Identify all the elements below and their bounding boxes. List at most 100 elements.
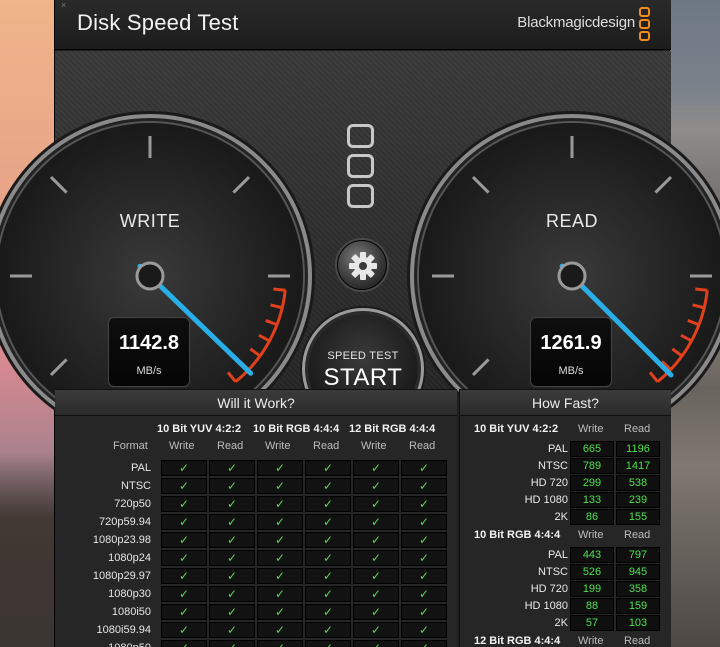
fast-read-value: 1196 xyxy=(616,441,660,457)
read-label: READ xyxy=(545,211,598,231)
fast-col-write: Write xyxy=(578,529,604,541)
how-fast-panel: How Fast? 10 Bit YUV 4:2:2 Write Read PAL 66… xyxy=(459,389,671,647)
check-icon: ✓ xyxy=(305,478,351,494)
fast-format-label: PAL xyxy=(548,549,568,561)
will-format-label: 720p59.94 xyxy=(99,516,151,528)
check-icon: ✓ xyxy=(401,478,447,494)
fast-col-read: Read xyxy=(624,529,651,541)
fast-row: 2K 57 103 xyxy=(460,615,672,632)
check-icon: ✓ xyxy=(401,514,447,530)
write-needle-hub xyxy=(135,261,165,291)
settings-button[interactable] xyxy=(337,240,387,290)
check-icon: ✓ xyxy=(401,568,447,584)
will-format-label: 1080p30 xyxy=(108,588,151,600)
fast-read-value: 797 xyxy=(616,547,660,563)
fast-read-value: 155 xyxy=(616,509,660,525)
dial-redzone-tick xyxy=(671,347,683,358)
read-gauge: READ 1261.9 MB/s xyxy=(419,123,720,429)
check-icon: ✓ xyxy=(401,640,447,647)
check-icon: ✓ xyxy=(209,496,255,512)
check-icon: ✓ xyxy=(353,460,399,476)
dial-redzone-tick xyxy=(226,371,237,383)
dial-major-tick xyxy=(471,175,490,194)
check-icon: ✓ xyxy=(401,532,447,548)
check-icon: ✓ xyxy=(305,550,351,566)
write-value: 1142.8 xyxy=(118,332,180,354)
how-fast-header: How Fast? xyxy=(460,390,671,416)
write-gauge: WRITE 1142.8 MB/s xyxy=(0,123,303,429)
check-icon: ✓ xyxy=(161,622,207,638)
fast-read-value: 538 xyxy=(616,475,660,491)
fast-col-read: Read xyxy=(624,635,651,647)
check-icon: ✓ xyxy=(161,514,207,530)
read-value: 1261.9 xyxy=(540,332,602,354)
check-icon: ✓ xyxy=(353,496,399,512)
will-format-label: 720p50 xyxy=(114,498,151,510)
dial-redzone-tick xyxy=(249,347,261,358)
check-icon: ✓ xyxy=(353,532,399,548)
check-icon: ✓ xyxy=(353,514,399,530)
check-icon: ✓ xyxy=(353,586,399,602)
close-icon[interactable]: × xyxy=(61,1,67,10)
will-col-read: Read xyxy=(409,440,436,452)
check-icon: ✓ xyxy=(161,550,207,566)
check-icon: ✓ xyxy=(401,622,447,638)
check-icon: ✓ xyxy=(305,604,351,620)
fast-row: PAL 665 1196 xyxy=(460,441,672,458)
fast-format-label: HD 720 xyxy=(530,477,568,489)
will-format-label: NTSC xyxy=(121,480,151,492)
check-icon: ✓ xyxy=(209,514,255,530)
fast-read-value: 159 xyxy=(616,598,660,614)
fast-format-label: NTSC xyxy=(538,566,568,578)
check-icon: ✓ xyxy=(305,496,351,512)
fast-write-value: 86 xyxy=(570,509,614,525)
check-icon: ✓ xyxy=(257,586,303,602)
app-title: Disk Speed Test xyxy=(77,10,239,35)
will-it-work-panel: Will it Work? 10 Bit YUV 4:2:2 Write Read 1… xyxy=(55,389,457,647)
check-icon: ✓ xyxy=(161,496,207,512)
check-icon: ✓ xyxy=(209,460,255,476)
title-bar[interactable]: × Disk Speed Test Blackmagicdesign xyxy=(55,0,671,50)
will-format-label: PAL xyxy=(131,462,151,474)
dial-major-tick xyxy=(654,175,673,194)
start-button-label: START xyxy=(323,364,403,391)
fast-group-title: 10 Bit RGB 4:4:4 xyxy=(474,529,561,541)
check-icon: ✓ xyxy=(305,622,351,638)
fast-read-value: 945 xyxy=(616,564,660,580)
fast-write-value: 665 xyxy=(570,441,614,457)
speed-panel: WRITE 1142.8 MB/s READ 1261.9 MB/s SPEED… xyxy=(0,51,720,429)
check-icon: ✓ xyxy=(257,622,303,638)
read-needle-hub xyxy=(557,261,587,291)
will-format-label: 1080p23.98 xyxy=(92,534,151,546)
fast-group-title: 12 Bit RGB 4:4:4 xyxy=(474,635,561,647)
check-icon: ✓ xyxy=(257,568,303,584)
fast-write-value: 133 xyxy=(570,492,614,508)
start-button-subtitle: SPEED TEST xyxy=(327,350,399,362)
fast-write-value: 88 xyxy=(570,598,614,614)
will-group-title: 12 Bit RGB 4:4:4 xyxy=(349,423,436,435)
will-col-write: Write xyxy=(265,440,291,452)
dial-major-tick xyxy=(471,358,490,377)
check-icon: ✓ xyxy=(257,604,303,620)
gear-icon xyxy=(349,252,377,280)
will-format-label: 1080p24 xyxy=(108,552,151,564)
dial-redzone-tick xyxy=(273,287,286,292)
check-icon: ✓ xyxy=(257,478,303,494)
fast-read-value: 239 xyxy=(616,492,660,508)
dial-major-tick xyxy=(49,358,68,377)
will-format-label: 1080i59.94 xyxy=(96,624,151,636)
fast-group-title: 10 Bit YUV 4:2:2 xyxy=(474,423,559,435)
check-icon: ✓ xyxy=(161,586,207,602)
fast-format-label: PAL xyxy=(548,443,568,455)
fast-row: 2K 86 155 xyxy=(460,509,672,526)
fast-col-write: Write xyxy=(578,635,604,647)
check-icon: ✓ xyxy=(257,640,303,647)
fast-read-value: 358 xyxy=(616,581,660,597)
dial-redzone-tick xyxy=(648,371,659,383)
dial-redzone-tick xyxy=(687,319,700,327)
check-icon: ✓ xyxy=(209,532,255,548)
check-icon: ✓ xyxy=(353,550,399,566)
check-icon: ✓ xyxy=(209,640,255,647)
fast-write-value: 443 xyxy=(570,547,614,563)
check-icon: ✓ xyxy=(305,532,351,548)
